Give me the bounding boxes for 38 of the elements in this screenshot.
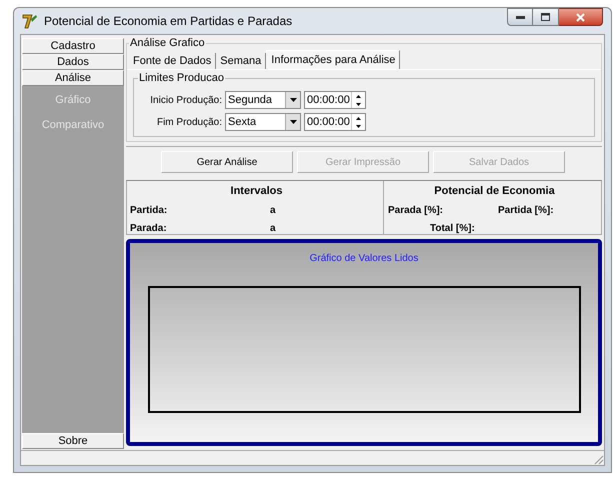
dropdown-arrow-icon: [290, 120, 296, 124]
result-label: Parada:: [130, 222, 168, 236]
chart-title: Gráfico de Valores Lidos: [310, 252, 418, 266]
result-label: Parada [%]:: [388, 204, 444, 218]
panel-heading: Potencial de Economia: [434, 184, 555, 199]
result-label: Total [%]:: [430, 222, 476, 236]
field-label: Fim Produção:: [156, 116, 222, 130]
up-arrow-icon: [356, 116, 361, 120]
minimize-button[interactable]: [507, 8, 533, 26]
down-arrow-icon: [356, 124, 361, 128]
day-dropdown[interactable]: Segunda: [225, 91, 301, 109]
up-arrow-icon: [356, 94, 361, 98]
result-label: Partida:: [130, 204, 168, 218]
dropdown-value: Sexta: [227, 114, 258, 130]
tab[interactable]: Informações para Análise: [266, 50, 400, 69]
dropdown-value: Segunda: [227, 92, 274, 108]
time-field[interactable]: 00:00:00: [304, 113, 366, 131]
maximize-button[interactable]: [533, 8, 559, 26]
panel-heading: Intervalos: [230, 184, 282, 199]
maximize-icon: [541, 13, 550, 21]
app-logo-icon: [22, 13, 38, 29]
sidebar-button[interactable]: Análise: [22, 70, 124, 86]
result-label: Partida [%]:: [498, 204, 554, 218]
time-field[interactable]: 00:00:00: [304, 91, 366, 109]
sidebar-button[interactable]: Dados: [22, 54, 124, 70]
down-arrow-icon: [356, 102, 361, 106]
action-button[interactable]: Gerar Análise: [161, 151, 293, 173]
day-dropdown[interactable]: Sexta: [225, 113, 301, 131]
sidebar-button[interactable]: Sobre: [22, 433, 124, 449]
result-value: a: [270, 204, 276, 218]
result-value: a: [270, 222, 276, 236]
close-icon: [576, 12, 585, 22]
close-button[interactable]: [559, 8, 603, 26]
field-label: Inicio Produção:: [149, 94, 222, 108]
dropdown-arrow-icon: [290, 98, 296, 102]
sidebar-button[interactable]: Cadastro: [22, 38, 124, 54]
minimize-icon: [516, 16, 524, 18]
window-title: Potencial de Economia em Partidas e Paradas: [44, 13, 292, 30]
